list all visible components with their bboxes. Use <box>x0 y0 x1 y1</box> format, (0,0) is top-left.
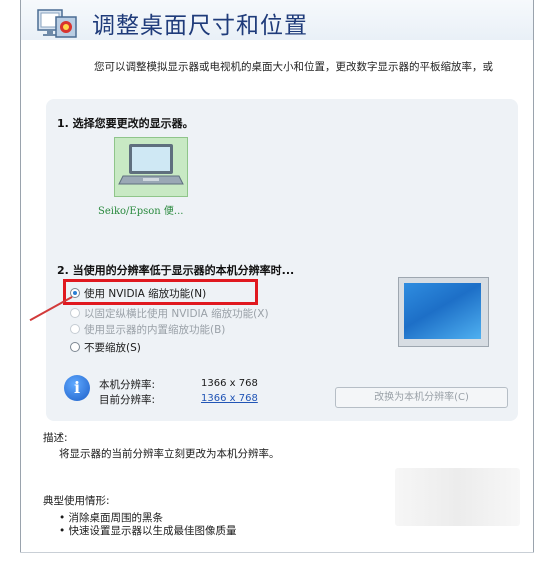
radio-no-scaling-label: 不要缩放(S) <box>84 342 141 354</box>
radio-icon <box>70 324 80 334</box>
radio-display-scaling[interactable]: 使用显示器的内置缩放功能(B) <box>70 322 225 337</box>
info-icon: i <box>64 375 90 401</box>
typical-usage-item-text: 快速设置显示器以生成最佳图像质量 <box>68 525 237 537</box>
display-name-label: Seiko/Epson 便... <box>98 206 184 217</box>
radio-icon <box>70 308 80 318</box>
laptop-icon <box>118 144 184 185</box>
highlight-annotation <box>63 279 258 305</box>
current-resolution-link[interactable]: 1366 x 768 <box>201 393 258 404</box>
typical-usage-item: • 快速设置显示器以生成最佳图像质量 <box>59 525 237 537</box>
display-settings-icon <box>36 7 78 39</box>
window-right-border <box>533 0 534 552</box>
current-resolution-label: 目前分辨率: <box>99 394 156 406</box>
blurred-watermark <box>395 468 520 526</box>
set-native-resolution-button[interactable]: 改换为本机分辨率(C) <box>335 387 508 408</box>
page-title: 调整桌面尺寸和位置 <box>92 13 308 39</box>
scaling-preview <box>398 277 489 347</box>
radio-no-scaling[interactable]: 不要缩放(S) <box>70 340 141 355</box>
description-text: 将显示器的当前分辨率立刻更改为本机分辨率。 <box>59 448 280 460</box>
section2-label: 2. 当使用的分辨率低于显示器的本机分辨率时... <box>57 264 295 277</box>
section1-label: 1. 选择您要更改的显示器。 <box>57 117 194 130</box>
radio-fixed-aspect-label: 以固定纵横比使用 NVIDIA 缩放功能(X) <box>84 308 269 320</box>
native-resolution-label: 本机分辨率: <box>99 379 156 391</box>
typical-usage-title: 典型使用情形: <box>43 495 110 507</box>
display-selector-item[interactable] <box>114 137 188 197</box>
description-title: 描述: <box>43 432 68 444</box>
radio-icon <box>70 342 80 352</box>
radio-display-scaling-label: 使用显示器的内置缩放功能(B) <box>84 324 226 336</box>
native-resolution-value: 1366 x 768 <box>201 378 258 389</box>
window-left-border <box>20 0 21 552</box>
window-bottom-border <box>20 552 534 553</box>
intro-text: 您可以调整模拟显示器或电视机的桌面大小和位置，更改数字显示器的平板缩放率，或 <box>94 61 493 73</box>
preview-screen <box>404 283 481 339</box>
radio-fixed-aspect[interactable]: 以固定纵横比使用 NVIDIA 缩放功能(X) <box>70 306 269 321</box>
